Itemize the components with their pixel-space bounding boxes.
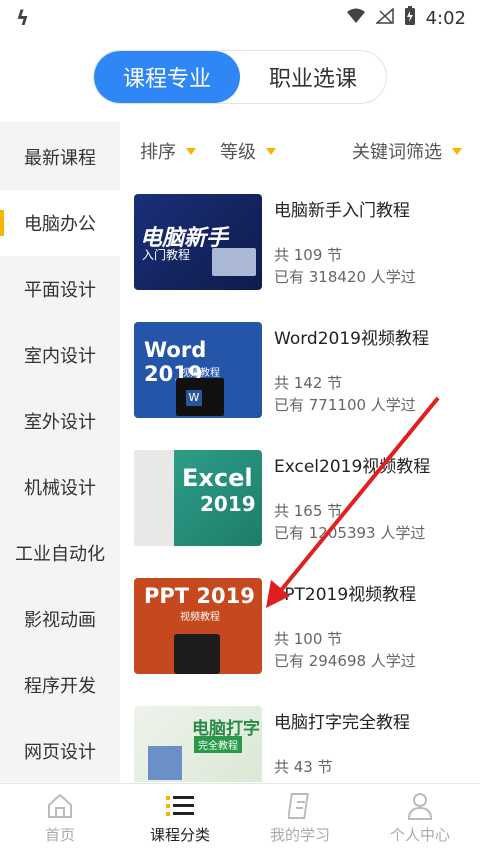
category-sidebar: 最新课程 电脑办公 平面设计 室内设计 室外设计 机械设计 工业自动化 影视动画… [0, 122, 120, 782]
keyword-filter-dropdown[interactable]: 关键词筛选 [352, 138, 462, 164]
decorative-panel [134, 450, 174, 546]
person-icon [405, 792, 435, 820]
battery-icon [404, 5, 416, 31]
category-segment-control: 课程专业 职业选课 [93, 50, 387, 104]
sort-label: 排序 [140, 142, 176, 163]
dropdown-arrow-icon [452, 147, 462, 155]
course-item[interactable]: 电脑打字 完全教程 电脑打字完全教程 共 43 节 [134, 706, 474, 782]
home-icon [45, 792, 75, 820]
course-lessons: 共 142 节 [274, 374, 343, 392]
computer-illustration [148, 746, 182, 780]
sidebar-item-interior-design[interactable]: 室内设计 [0, 322, 120, 388]
course-thumbnail: Word 2019 视频教程 W [134, 322, 262, 418]
course-learners: 已有 1205393 人学过 [274, 524, 426, 542]
projector-illustration [174, 634, 220, 674]
keyword-filter-label: 关键词筛选 [352, 142, 442, 163]
category-list-icon [165, 792, 195, 820]
course-thumbnail: Excel 2019 [134, 450, 262, 546]
tab-career-courses[interactable]: 职业选课 [240, 51, 386, 103]
course-title: Word2019视频教程 [274, 329, 429, 349]
course-lessons: 共 109 节 [274, 246, 343, 264]
course-title: Excel2019视频教程 [274, 457, 431, 477]
sidebar-item-latest[interactable]: 最新课程 [0, 124, 120, 190]
course-item[interactable]: Word 2019 视频教程 W Word2019视频教程 共 142 节 已有… [134, 322, 474, 422]
course-lessons: 共 165 节 [274, 502, 343, 520]
course-item[interactable]: Excel 2019 Excel2019视频教程 共 165 节 已有 1205… [134, 450, 474, 550]
course-learners: 已有 771100 人学过 [274, 396, 416, 414]
sort-dropdown[interactable]: 排序 [140, 138, 196, 164]
sidebar-item-web-design[interactable]: 网页设计 [0, 718, 120, 784]
clock: 4:02 [425, 7, 466, 29]
sidebar-item-mechanical-design[interactable]: 机械设计 [0, 454, 120, 520]
status-bar: ϟ 4:02 [0, 0, 480, 36]
nav-profile[interactable]: 个人中心 [360, 784, 480, 853]
course-thumbnail: 电脑新手 入门教程 [134, 194, 262, 290]
notebook-icon [285, 792, 315, 820]
course-thumbnail: PPT 2019 视频教程 [134, 578, 262, 674]
tab-course-major[interactable]: 课程专业 [94, 51, 240, 103]
sidebar-item-graphic-design[interactable]: 平面设计 [0, 256, 120, 322]
sidebar-item-office[interactable]: 电脑办公 [0, 190, 120, 256]
course-lessons: 共 100 节 [274, 630, 343, 648]
course-lessons: 共 43 节 [274, 758, 333, 776]
course-title: 电脑打字完全教程 [274, 713, 410, 733]
course-title: PPT2019视频教程 [274, 585, 417, 605]
sidebar-item-industrial-automation[interactable]: 工业自动化 [0, 520, 120, 586]
course-learners: 已有 294698 人学过 [274, 652, 416, 670]
laptop-illustration [212, 248, 256, 276]
bottom-navigation: 首页 课程分类 我的学习 个人中心 [0, 783, 480, 853]
dropdown-arrow-icon [186, 147, 196, 155]
course-item[interactable]: 电脑新手 入门教程 电脑新手入门教程 共 109 节 已有 318420 人学过 [134, 194, 474, 294]
nav-home[interactable]: 首页 [0, 784, 120, 853]
course-item[interactable]: PPT 2019 视频教程 PPT2019视频教程 共 100 节 已有 294… [134, 578, 474, 678]
sidebar-item-animation[interactable]: 影视动画 [0, 586, 120, 652]
level-dropdown[interactable]: 等级 [220, 138, 276, 164]
app-notification-icon: ϟ [16, 6, 30, 30]
dropdown-arrow-icon [266, 147, 276, 155]
wifi-icon [346, 8, 366, 29]
nav-course-category[interactable]: 课程分类 [120, 784, 240, 853]
course-thumbnail: 电脑打字 完全教程 [134, 706, 262, 782]
level-label: 等级 [220, 142, 256, 163]
course-title: 电脑新手入门教程 [274, 201, 410, 221]
nav-my-learning[interactable]: 我的学习 [240, 784, 360, 853]
filter-bar: 排序 等级 关键词筛选 [120, 128, 480, 174]
signal-icon [374, 6, 394, 29]
word-logo-icon: W [186, 390, 202, 406]
sidebar-item-programming[interactable]: 程序开发 [0, 652, 120, 718]
sidebar-item-exterior-design[interactable]: 室外设计 [0, 388, 120, 454]
course-learners: 已有 318420 人学过 [274, 268, 416, 286]
